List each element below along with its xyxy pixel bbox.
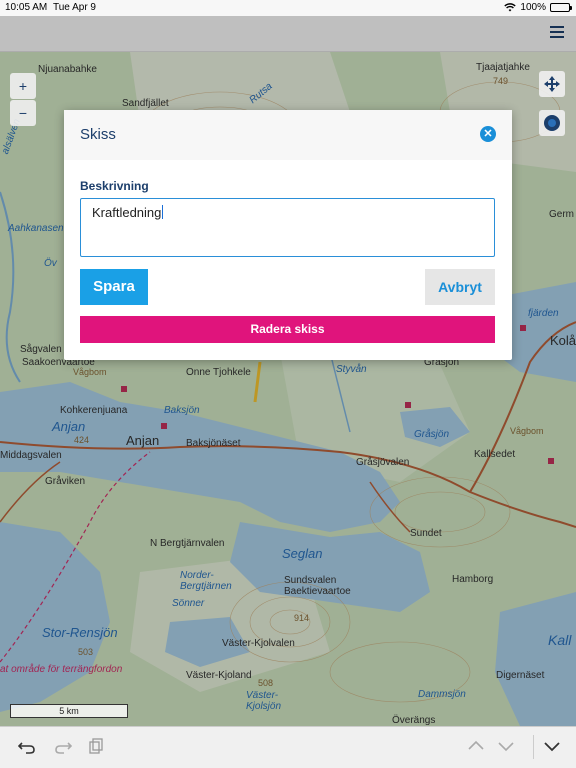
map-label: Njuanabahke [38,64,97,75]
map-label: Anjan [52,419,86,434]
map-label: Sandfjället [122,98,169,109]
copy-icon[interactable] [88,737,104,760]
map-label: Kolå [550,333,576,348]
map-label: Styvån [336,364,367,375]
battery-icon [550,3,572,12]
dialog-title: Skiss [80,126,116,143]
map-label: Middagsvalen [0,450,62,461]
map-label: Norder- Bergtjärnen [180,570,232,592]
map-label: Tjaajatjahke [476,62,530,73]
map-label: Sundet [410,528,442,539]
map-label: Seglan [282,546,323,561]
map-label: Baksjönäset [186,438,241,449]
map-label: Sundsvalen Baektievaartoe [284,575,351,597]
map-label: at område för terrängfordon [0,664,123,675]
map-label: Öv [44,258,57,269]
map-label: Kall [548,632,572,648]
toolbar-divider [533,735,534,759]
map-label: Kohkerenjuana [60,405,128,416]
map-label: Hamborg [452,574,494,585]
description-field[interactable]: Kraftledning [80,198,495,257]
status-time: 10:05 AM [5,2,48,13]
status-right: 100% [504,2,572,13]
map-label: Väster- Kjolsjön [246,690,282,712]
app-bar [0,16,576,52]
map-label: Aahkanasen [8,223,64,234]
dialog-header: Skiss ✕ [64,110,512,160]
map-label: Kallsedet [474,449,516,460]
map-label: Gråsjön [414,429,450,440]
map-label: fjärden [528,308,559,319]
chevron-up-icon[interactable] [467,737,485,760]
map-label: Digernäset [496,670,545,681]
move-crosshair-icon[interactable] [539,71,565,97]
map-label: Baksjön [164,405,200,416]
description-value: Kraftledning [92,205,162,220]
map-label: 508 [258,678,274,688]
sketch-dialog: Skiss ✕ Beskrivning Kraftledning Spara A… [64,110,512,360]
map-label: 424 [74,435,90,445]
battery-percent: 100% [520,2,546,13]
map-label: 914 [294,613,310,623]
text-caret [162,205,164,219]
description-label: Beskrivning [80,179,149,193]
close-icon[interactable]: ✕ [480,126,496,142]
location-icon[interactable] [539,110,565,136]
cancel-button[interactable]: Avbryt [425,269,495,305]
map-label: Sågvalen [20,344,62,355]
map-label: N Bergtjärnvalen [150,538,225,549]
status-bar: 10:05 AM Tue Apr 9 100% [0,0,576,16]
save-button[interactable]: Spara [80,269,148,305]
chevron-down-icon[interactable] [497,737,515,760]
map-label: Dammsjön [418,689,466,700]
map-label: Väster-Kjolvalen [222,638,295,649]
delete-sketch-button[interactable]: Radera skiss [80,316,495,343]
undo-icon[interactable] [17,737,36,760]
zoom-in-button[interactable]: + [10,73,36,99]
map-label: Vågbom [510,426,544,436]
scale-bar: 5 km [10,704,128,718]
map-label: Onne Tjohkele [186,367,251,378]
collapse-icon[interactable] [543,737,561,760]
map-label: Anjan [126,433,160,448]
map-label: 749 [493,76,509,86]
map-label: 503 [78,647,94,657]
map-label: Stor-Rensjön [42,625,118,640]
bottom-toolbar [0,726,576,768]
map-label: Vågbom [73,367,107,377]
menu-icon[interactable] [550,26,564,38]
map-label: Gråsjövalen [356,457,410,468]
wifi-icon [504,3,517,12]
map-label: Gråviken [45,476,86,487]
status-date: Tue Apr 9 [53,2,96,13]
map-label: Sönner [172,598,205,609]
map-label: Germ fjäll [549,209,576,220]
map-label: Överängs [392,715,436,726]
redo-icon[interactable] [54,737,73,760]
map-label: Väster-Kjoland [186,670,252,681]
zoom-out-button[interactable]: − [10,100,36,126]
